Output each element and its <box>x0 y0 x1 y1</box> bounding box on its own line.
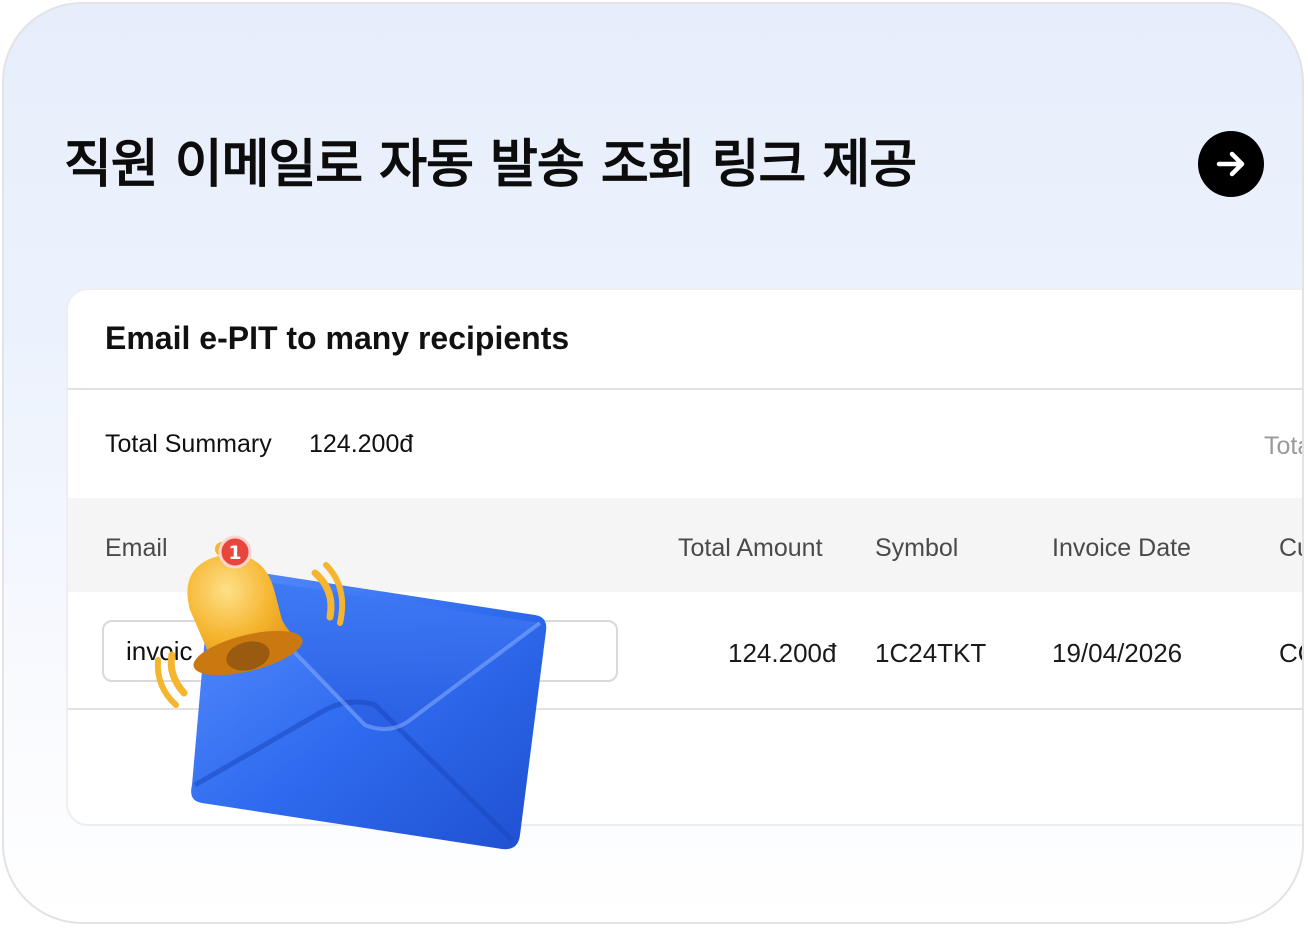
card-title: Email e-PIT to many recipients <box>105 320 570 356</box>
cell-total-amount: 124.200đ <box>728 638 837 668</box>
summary-right-label: Tota <box>1264 432 1302 460</box>
badge-count: 1 <box>228 542 241 564</box>
title-divider <box>68 388 1302 390</box>
envelope-bell-illustration: 1 <box>154 535 547 850</box>
column-header-invoice-date: Invoice Date <box>1052 534 1191 562</box>
summary-label: Total Summary <box>105 430 272 458</box>
notification-badge: 1 <box>218 535 252 569</box>
cell-symbol: 1C24TKT <box>875 638 987 668</box>
arrow-right-icon <box>1216 151 1245 177</box>
summary-value: 124.200đ <box>309 430 414 458</box>
column-header-symbol: Symbol <box>875 534 959 562</box>
next-button[interactable] <box>1198 131 1264 197</box>
cell-cu: CỔ <box>1279 638 1302 668</box>
column-header-total-amount: Total Amount <box>678 534 823 562</box>
cell-invoice-date: 19/04/2026 <box>1052 638 1183 668</box>
headline: 직원 이메일로 자동 발송 조회 링크 제공 <box>64 135 917 195</box>
column-header-cu: Cu <box>1279 534 1302 562</box>
